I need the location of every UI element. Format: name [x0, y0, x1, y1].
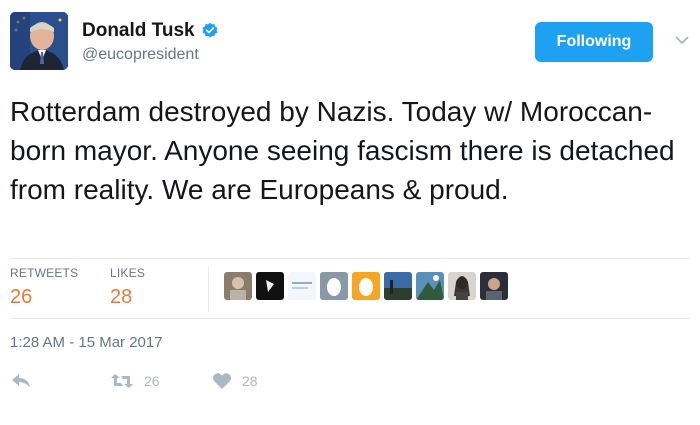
divider — [10, 258, 690, 259]
like-count: 28 — [242, 373, 258, 389]
retweet-count: 26 — [144, 373, 160, 389]
retweet-button[interactable]: 26 — [110, 372, 160, 390]
verified-badge-icon — [202, 22, 218, 38]
liker-avatar-4[interactable] — [320, 272, 348, 300]
likes-count: 28 — [110, 286, 133, 308]
tweet-timestamp[interactable]: 1:28 AM - 15 Mar 2017 — [10, 334, 163, 351]
user-handle[interactable]: @eucopresident — [82, 46, 219, 64]
profile-photo — [10, 12, 68, 70]
user-name-row[interactable]: Donald Tusk — [82, 20, 219, 42]
liker-avatar-1[interactable] — [224, 272, 252, 300]
display-name[interactable]: Donald Tusk — [82, 20, 195, 42]
retweets-stat[interactable]: RETWEETS 26 — [10, 266, 78, 309]
reply-button[interactable] — [10, 372, 32, 390]
liker-avatars — [224, 272, 508, 300]
following-button[interactable]: Following — [535, 22, 653, 62]
profile-avatar[interactable] — [10, 12, 68, 70]
stats-separator — [208, 266, 209, 312]
like-button[interactable]: 28 — [212, 372, 258, 390]
divider — [10, 318, 690, 319]
liker-avatar-2[interactable] — [256, 272, 284, 300]
liker-avatar-6[interactable] — [384, 272, 412, 300]
liker-avatar-9[interactable] — [480, 272, 508, 300]
chevron-down-icon[interactable] — [674, 34, 690, 46]
retweets-count: 26 — [10, 286, 33, 308]
tweet-text: Rotterdam destroyed by Nazis. Today w/ M… — [10, 96, 675, 205]
user-info: Donald Tusk @eucopresident — [82, 20, 219, 64]
heart-icon — [213, 373, 231, 389]
liker-avatar-8[interactable] — [448, 272, 476, 300]
retweet-icon — [111, 374, 133, 388]
liker-avatar-7[interactable] — [416, 272, 444, 300]
likes-stat[interactable]: LIKES 28 — [110, 266, 145, 309]
retweets-label: RETWEETS — [10, 266, 79, 280]
liker-avatar-5[interactable] — [352, 272, 380, 300]
likes-label: LIKES — [110, 266, 146, 280]
tweet-header: Donald Tusk @eucopresident Following — [10, 12, 690, 74]
liker-avatar-3[interactable] — [288, 272, 316, 300]
reply-icon — [12, 374, 30, 387]
